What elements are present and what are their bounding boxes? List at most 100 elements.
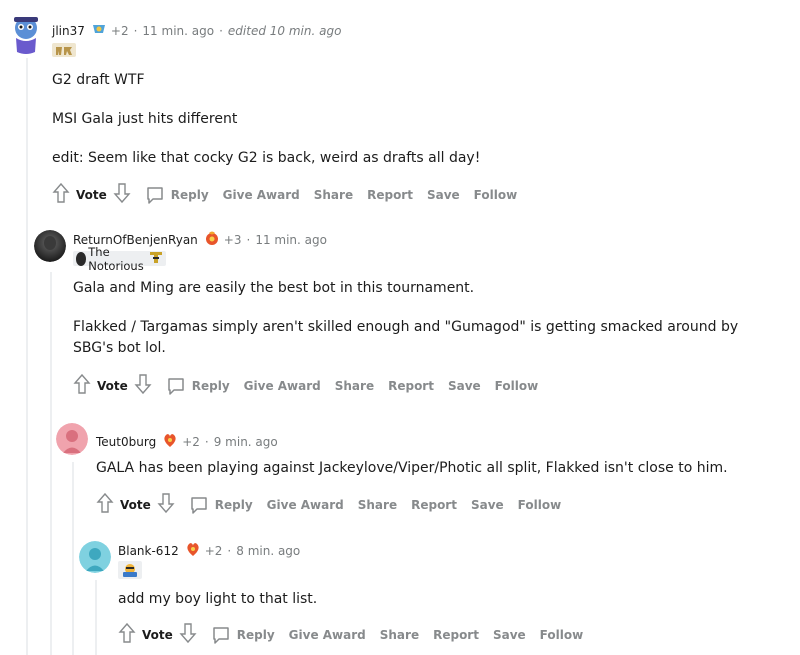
comment-paragraph: MSI Gala just hits different	[52, 111, 238, 127]
flair-text: The Notorious	[88, 244, 144, 273]
downvote-icon[interactable]	[157, 492, 175, 517]
timestamp[interactable]: 11 min. ago	[142, 24, 214, 38]
comment-actions: Vote Reply Give Award Share Report Save …	[118, 622, 597, 647]
reply-button[interactable]: Reply	[211, 625, 275, 645]
reply-button[interactable]: Reply	[189, 495, 253, 515]
vote-count: Vote	[76, 187, 107, 202]
separator: ·	[227, 543, 232, 558]
flair-emoji-icon	[118, 561, 142, 579]
give-award-button[interactable]: Give Award	[267, 498, 344, 512]
reply-label: Reply	[191, 378, 230, 393]
avatar[interactable]	[10, 14, 42, 56]
comment-body: add my boy light to that list.	[118, 589, 778, 610]
comment-body: GALA has been playing against Jackeylove…	[96, 458, 786, 479]
username[interactable]: Teut0burg	[96, 435, 156, 449]
flair	[52, 43, 76, 57]
reply-icon	[168, 377, 184, 395]
upvote-icon[interactable]	[118, 622, 136, 647]
comment-paragraph: add my boy light to that list.	[118, 591, 318, 607]
flair-emblem-icon	[76, 251, 87, 266]
comment-body: G2 draft WTF MSI Gala just hits differen…	[52, 70, 772, 169]
comment-actions: Vote Reply Give Award Share Report Save …	[73, 373, 552, 398]
thread-line[interactable]	[95, 580, 97, 655]
reply-label: Reply	[236, 627, 275, 642]
award-count: +2	[204, 543, 223, 558]
comment-meta: Teut0burg +2 · 9 min. ago	[96, 432, 278, 451]
share-button[interactable]: Share	[358, 498, 397, 512]
vote-count: Vote	[97, 378, 128, 393]
award-icon[interactable]	[91, 22, 107, 39]
flair-team-icon	[149, 251, 163, 267]
comment-paragraph: Flakked / Targamas simply aren't skilled…	[73, 319, 739, 356]
report-button[interactable]: Report	[388, 379, 434, 393]
follow-button[interactable]: Follow	[495, 379, 539, 393]
award-icon[interactable]	[185, 541, 201, 560]
report-button[interactable]: Report	[433, 628, 479, 642]
downvote-icon[interactable]	[179, 622, 197, 647]
thread-line[interactable]	[72, 462, 74, 655]
reply-icon	[213, 626, 229, 644]
vote-count: Vote	[142, 627, 173, 642]
upvote-icon[interactable]	[52, 182, 70, 207]
award-count: +2	[110, 23, 129, 38]
thread-line[interactable]	[26, 58, 28, 655]
share-button[interactable]: Share	[335, 379, 374, 393]
separator: ·	[219, 23, 223, 38]
save-button[interactable]: Save	[448, 379, 481, 393]
reply-label: Reply	[170, 187, 209, 202]
upvote-icon[interactable]	[96, 492, 114, 517]
comment-paragraph: edit: Seem like that cocky G2 is back, w…	[52, 150, 481, 166]
comment-paragraph: Gala and Ming are easily the best bot in…	[73, 280, 475, 296]
vote-count: Vote	[120, 497, 151, 512]
give-award-button[interactable]: Give Award	[289, 628, 366, 642]
reply-button[interactable]: Reply	[145, 185, 209, 205]
reply-icon	[147, 186, 163, 204]
give-award-button[interactable]: Give Award	[223, 188, 300, 202]
username[interactable]: Blank-612	[118, 544, 179, 558]
upvote-icon[interactable]	[73, 373, 91, 398]
team-flair-icon	[52, 43, 76, 57]
follow-button[interactable]: Follow	[518, 498, 562, 512]
reply-button[interactable]: Reply	[166, 376, 230, 396]
share-button[interactable]: Share	[380, 628, 419, 642]
timestamp[interactable]: 8 min. ago	[236, 544, 300, 558]
follow-button[interactable]: Follow	[540, 628, 584, 642]
award-count: +3	[223, 232, 242, 247]
report-button[interactable]: Report	[367, 188, 413, 202]
save-button[interactable]: Save	[493, 628, 526, 642]
comment-meta: jlin37 +2 · 11 min. ago · edited 10 min.…	[52, 22, 341, 39]
edited-label: edited 10 min. ago	[227, 23, 342, 38]
user-flair: The Notorious	[73, 245, 167, 273]
downvote-icon[interactable]	[113, 182, 131, 207]
username[interactable]: jlin37	[52, 24, 85, 38]
flair: The Notorious	[73, 245, 167, 273]
comment-meta: Blank-612 +2 · 8 min. ago	[118, 541, 300, 560]
report-button[interactable]: Report	[411, 498, 457, 512]
flair	[118, 561, 142, 579]
avatar[interactable]	[56, 423, 88, 455]
comment-paragraph: G2 draft WTF	[52, 72, 145, 88]
award-count: +2	[182, 434, 200, 449]
save-button[interactable]: Save	[427, 188, 460, 202]
reply-label: Reply	[214, 497, 253, 512]
reply-icon	[191, 496, 207, 514]
separator: ·	[246, 232, 251, 247]
timestamp[interactable]: 11 min. ago	[255, 233, 327, 247]
comment-actions: Vote Reply Give Award Share Report Save …	[96, 492, 575, 517]
save-button[interactable]: Save	[471, 498, 504, 512]
downvote-icon[interactable]	[134, 373, 152, 398]
award-icon[interactable]	[204, 230, 220, 249]
avatar[interactable]	[79, 541, 111, 573]
comment-paragraph: GALA has been playing against Jackeylove…	[96, 460, 728, 476]
give-award-button[interactable]: Give Award	[244, 379, 321, 393]
avatar[interactable]	[34, 230, 66, 262]
timestamp[interactable]: 9 min. ago	[214, 435, 278, 449]
award-icon[interactable]	[162, 432, 178, 451]
comment-actions: Vote Reply Give Award Share Report Save …	[52, 182, 531, 207]
follow-button[interactable]: Follow	[474, 188, 518, 202]
comment-body: Gala and Ming are easily the best bot in…	[73, 278, 773, 359]
share-button[interactable]: Share	[314, 188, 353, 202]
separator: ·	[133, 23, 138, 38]
separator: ·	[204, 434, 209, 449]
thread-line[interactable]	[50, 272, 52, 655]
